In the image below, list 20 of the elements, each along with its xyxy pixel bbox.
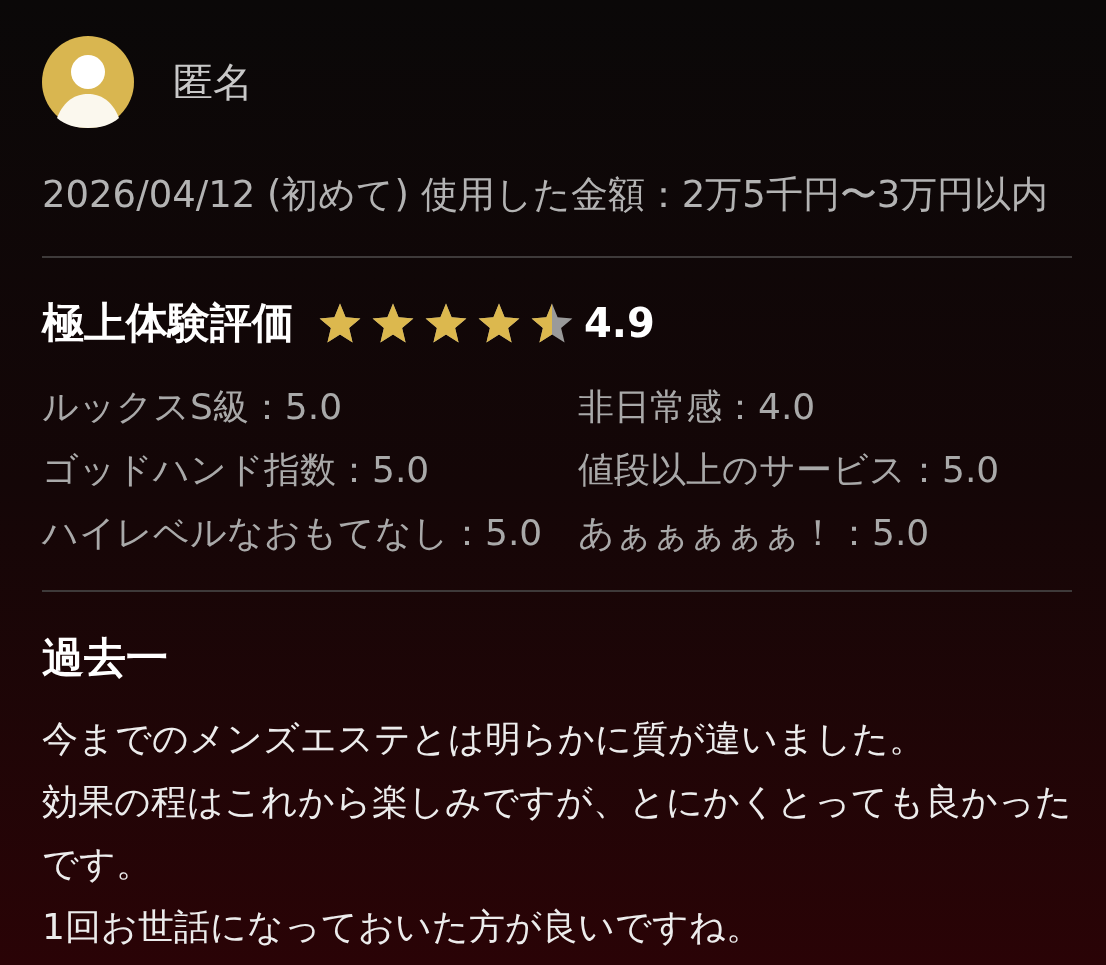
- rating-score: 4.9: [584, 299, 655, 347]
- half-star-icon: [530, 302, 574, 344]
- rating-criterion: ルックスS級：5.0: [42, 384, 343, 429]
- star-icon: [424, 302, 468, 344]
- star-icon: [477, 302, 521, 344]
- rating-criterion: 非日常感：4.0: [578, 384, 816, 429]
- rating-criterion: ハイレベルなおもてなし：5.0: [42, 510, 543, 555]
- review-sentence: 今までのメンズエステとは明らかに質が違いました。: [42, 717, 926, 761]
- rating-criterion: 値段以上のサービス：5.0: [578, 447, 1000, 492]
- rating-criterion: ゴッドハンド指数：5.0: [42, 447, 430, 492]
- rating-title: 極上体験評価: [42, 299, 294, 347]
- star-icon: [371, 302, 415, 344]
- review-sentence: 効果の程はこれから楽しみですが、とにかくとっても良かったです。: [42, 779, 1072, 886]
- reviewer-name: 匿名: [173, 58, 253, 106]
- review-sentence: 1回お世話になっておいた方が良いですね。: [42, 904, 763, 949]
- review-title: 過去一: [42, 634, 168, 682]
- review-meta: 2026/04/12 (初めて) 使用した金額：2万5千円〜3万円以内: [42, 173, 1049, 217]
- rating-criterion: あぁぁぁぁぁ！：5.0: [578, 510, 930, 555]
- star-icon: [318, 302, 362, 344]
- avatar-icon: [42, 36, 134, 128]
